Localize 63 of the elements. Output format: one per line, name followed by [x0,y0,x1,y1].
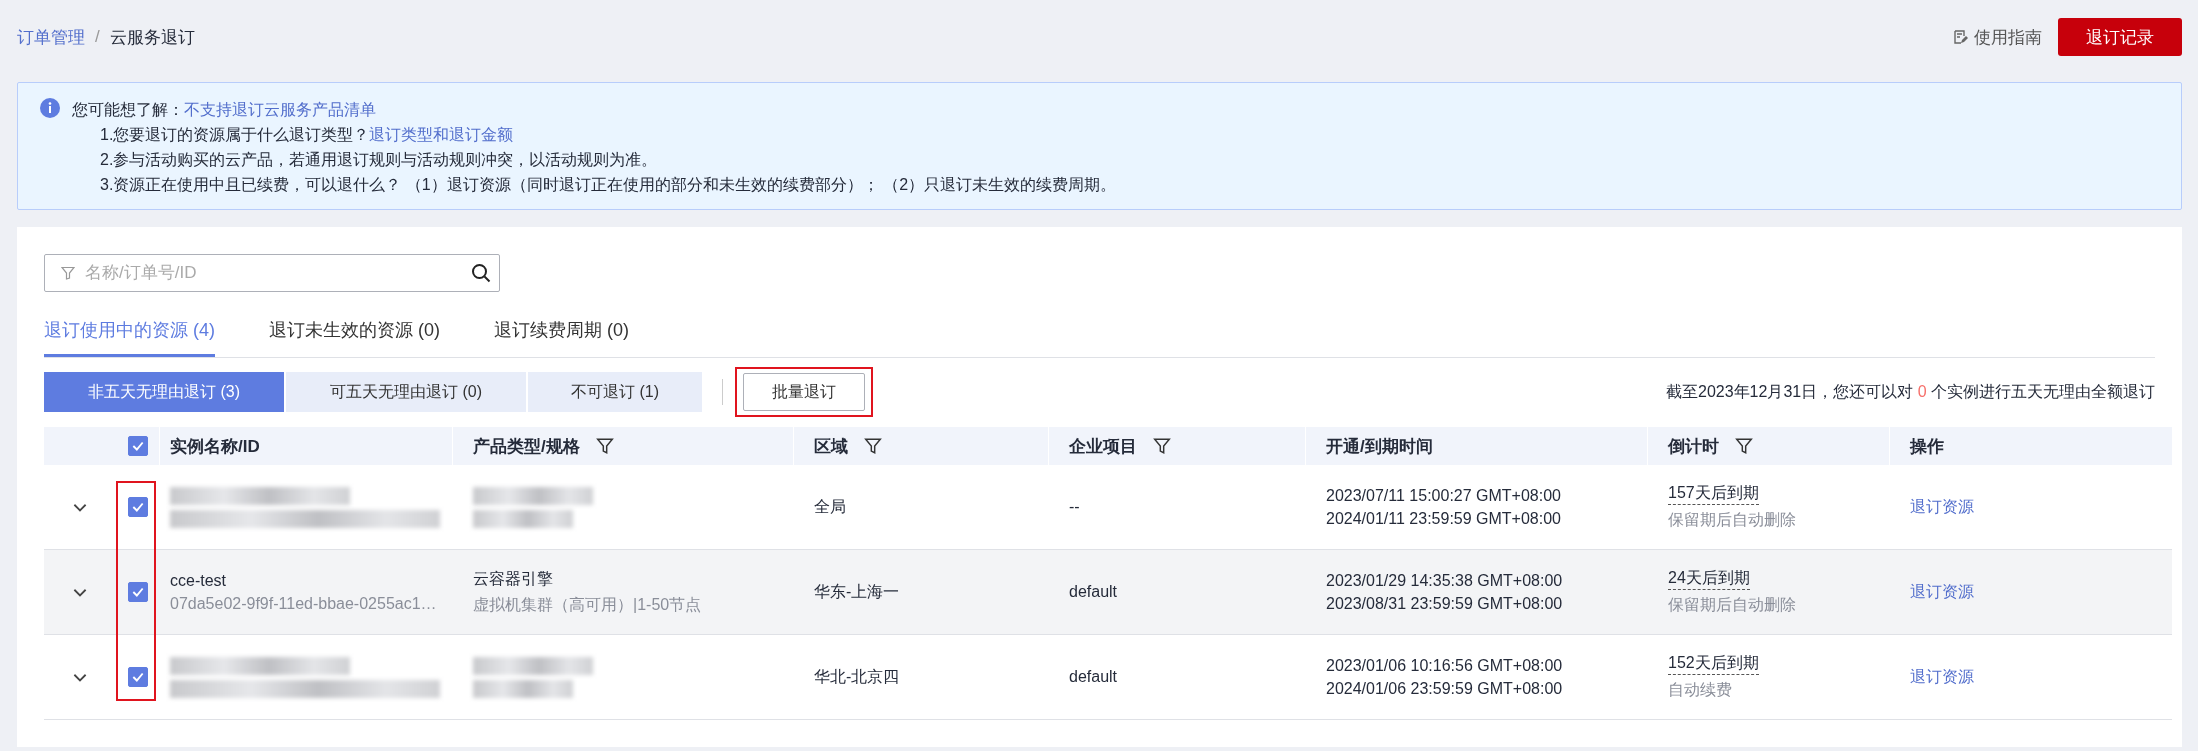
notice-text: 1.您要退订的资源属于什么退订类型？ [100,125,370,145]
notice-text: 2.参与活动购买的云产品，若通用退订规则与活动规则冲突，以活动规则为准。 [100,150,658,170]
unsubscribe-link[interactable]: 退订资源 [1910,581,1974,603]
instance-id: 07da5e02-9f9f-11ed-bbae-0255ac1… [170,594,437,613]
expiry-policy: 保留期后自动删除 [1668,510,1796,530]
checkmark-icon [131,670,145,684]
tab[interactable]: 退订续费周期 (0) [494,318,629,357]
notice-link[interactable]: 退订类型和退订金额 [369,122,514,147]
search-icon[interactable] [471,263,491,283]
row-checkbox[interactable] [128,497,148,517]
product-type: 云容器引擎 [473,568,553,589]
end-time: 2024/01/06 23:59:59 GMT+08:00 [1326,679,1563,698]
batch-unsubscribe-button[interactable]: 批量退订 [743,373,865,411]
quota-note: 截至2023年12月31日，您还可以对 0 个实例进行五天无理由全额退订 [1666,381,2155,402]
unsubscribe-link[interactable]: 退订资源 [1910,496,1974,518]
expiry-policy: 自动续费 [1668,680,1732,700]
notice-link[interactable]: 不支持退订云服务产品清单 [184,97,376,122]
countdown-text[interactable]: 152天后到期 [1668,653,1759,675]
region-cell-text: 华东-上海一 [814,581,900,602]
table-row[interactable]: cce-test 07da5e02-9f9f-11ed-bbae-0255ac1… 云容器引擎 虚拟机集群（高可用）|1-50节点 华东-上海一 default 2023/01/29 14:35:38 GMT+08:00 2023/08/31 23:59:59 GMT+08:00 24天后到期 保留期后自动删除 退订资源 [44,550,2172,635]
filter-icon[interactable] [864,437,882,455]
end-time: 2024/01/11 23:59:59 GMT+08:00 [1326,509,1561,528]
segment-tab[interactable]: 可五天无理由退订 (0) [286,372,526,412]
checkmark-icon [130,439,145,453]
document-edit-icon[interactable] [1952,29,1968,45]
breadcrumb-link[interactable]: 订单管理 [17,25,85,49]
countdown-text[interactable]: 157天后到期 [1668,483,1759,505]
row-checkbox[interactable] [128,667,148,687]
filter-icon[interactable] [1735,437,1753,455]
segment-tab[interactable]: 不可退订 (1) [528,372,702,412]
tab[interactable]: 退订使用中的资源 (4) [44,318,215,357]
notice-text: 3.资源正在使用中且已续费，可以退什么？ （1）退订资源（同时退订正在使用的部分和未生效的续费部分）； （2）只退订未生效的续费周期。 [100,175,1117,195]
table-row[interactable]: 华北-北京四 default 2023/01/06 10:16:56 GMT+08:00 2024/01/06 23:59:59 GMT+08:00 152天后到期 自动续费 退订资源 [44,635,2172,720]
tab[interactable]: 退订未生效的资源 (0) [269,318,440,357]
breadcrumb-current: 云服务退订 [109,26,195,49]
search-field[interactable]: 名称/订单号/ID [44,254,500,292]
select-all-checkbox[interactable] [127,436,148,456]
end-time: 2023/08/31 23:59:59 GMT+08:00 [1326,594,1563,613]
region-cell-text: 全局 [814,496,846,517]
project-cell: default [1069,668,1118,686]
checkmark-icon [131,585,145,599]
breadcrumb-separator: / [95,27,100,47]
project-cell: -- [1069,498,1080,516]
start-time: 2023/01/06 10:16:56 GMT+08:00 [1326,656,1563,675]
filter-icon[interactable] [595,437,614,455]
unsubscribe-link[interactable]: 退订资源 [1910,666,1974,688]
start-time: 2023/01/29 14:35:38 GMT+08:00 [1326,571,1563,590]
unsubscribe-records-button[interactable]: 退订记录 [2058,18,2182,56]
region-cell-text: 华北-北京四 [814,666,900,687]
segment-tab[interactable]: 非五天无理由退订 (3) [44,372,284,412]
info-icon [40,98,60,118]
row-checkbox[interactable] [128,582,148,602]
checkmark-icon [131,500,145,514]
project-cell: default [1069,583,1118,601]
instance-name: cce-test [170,571,226,590]
expiry-policy: 保留期后自动删除 [1668,595,1796,615]
filter-icon [61,266,75,280]
start-time: 2023/07/11 15:00:27 GMT+08:00 [1326,486,1561,505]
filter-icon[interactable] [1153,437,1171,455]
notice-text: 您可能想了解： [72,100,184,120]
product-spec: 虚拟机集群（高可用）|1-50节点 [473,594,702,615]
countdown-text[interactable]: 24天后到期 [1668,568,1750,590]
user-guide-link[interactable]: 使用指南 [1974,25,2042,49]
